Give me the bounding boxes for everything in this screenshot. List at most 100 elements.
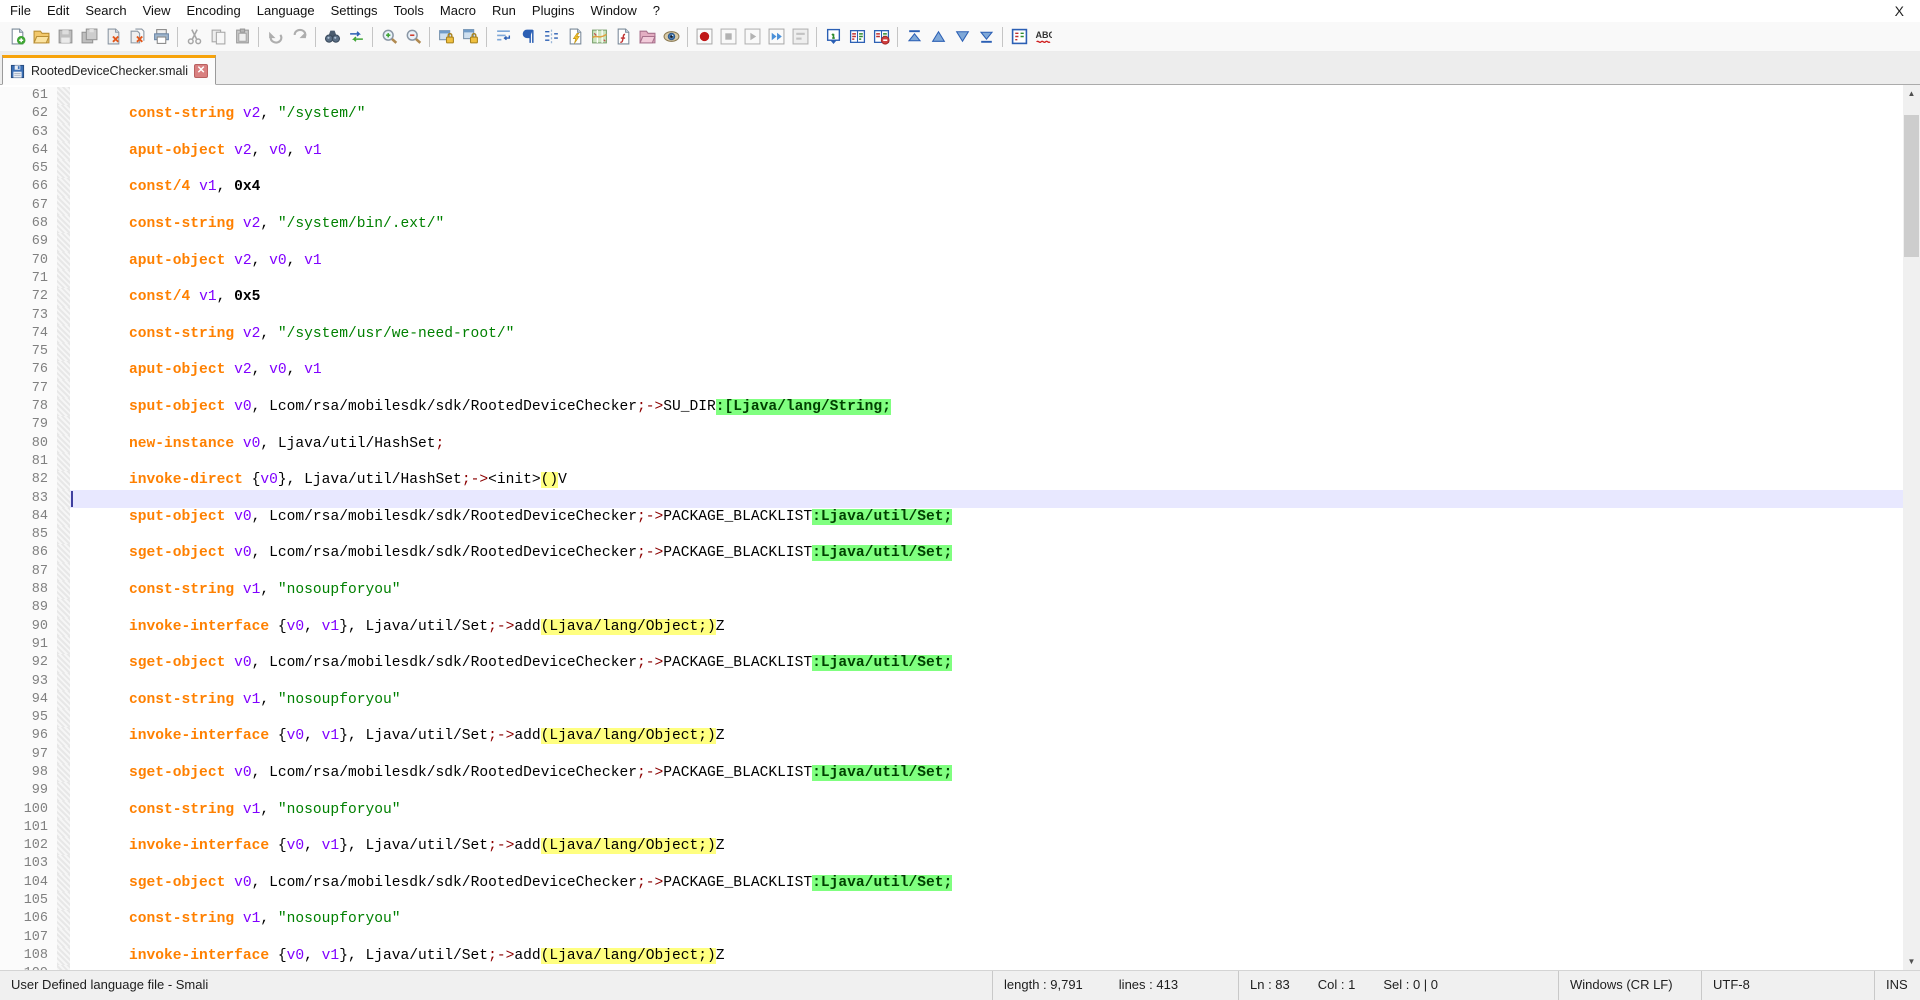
document-monitoring-button[interactable] bbox=[659, 25, 683, 49]
print-button[interactable] bbox=[149, 25, 173, 49]
last-difference-button[interactable] bbox=[974, 25, 998, 49]
code-line-65[interactable]: 65 bbox=[0, 160, 1903, 178]
code-line-94[interactable]: 94const-string v1, "nosoupforyou" bbox=[0, 691, 1903, 709]
code-line-62[interactable]: 62const-string v2, "/system/" bbox=[0, 105, 1903, 123]
previous-difference-button[interactable] bbox=[926, 25, 950, 49]
scroll-down-button[interactable]: ▼ bbox=[1903, 953, 1920, 970]
line-number[interactable]: 71 bbox=[0, 270, 57, 288]
menu-file[interactable]: File bbox=[2, 0, 39, 22]
menu-help[interactable]: ? bbox=[645, 0, 668, 22]
code-line-93[interactable]: 93 bbox=[0, 673, 1903, 691]
code-line-96[interactable]: 96invoke-interface {v0, v1}, Ljava/util/… bbox=[0, 727, 1903, 745]
menu-run[interactable]: Run bbox=[484, 0, 524, 22]
line-number[interactable]: 102 bbox=[0, 837, 57, 855]
code-line-67[interactable]: 67 bbox=[0, 197, 1903, 215]
line-number[interactable]: 98 bbox=[0, 764, 57, 782]
menu-search[interactable]: Search bbox=[77, 0, 134, 22]
line-number[interactable]: 67 bbox=[0, 197, 57, 215]
code-line-72[interactable]: 72const/4 v1, 0x5 bbox=[0, 288, 1903, 306]
sync-vertical-scroll-button[interactable] bbox=[434, 25, 458, 49]
line-number[interactable]: 89 bbox=[0, 599, 57, 617]
line-number[interactable]: 73 bbox=[0, 307, 57, 325]
line-number[interactable]: 108 bbox=[0, 947, 57, 965]
code-line-107[interactable]: 107 bbox=[0, 929, 1903, 947]
code-line-70[interactable]: 70aput-object v2, v0, v1 bbox=[0, 252, 1903, 270]
line-number[interactable]: 95 bbox=[0, 709, 57, 727]
code-line-69[interactable]: 69 bbox=[0, 233, 1903, 251]
compare-clear-button[interactable] bbox=[869, 25, 893, 49]
line-number[interactable]: 66 bbox=[0, 178, 57, 196]
menu-encoding[interactable]: Encoding bbox=[179, 0, 249, 22]
line-number[interactable]: 105 bbox=[0, 892, 57, 910]
folder-as-workspace-button[interactable] bbox=[635, 25, 659, 49]
line-number[interactable]: 94 bbox=[0, 691, 57, 709]
code-line-63[interactable]: 63 bbox=[0, 124, 1903, 142]
show-all-characters-button[interactable] bbox=[515, 25, 539, 49]
line-number[interactable]: 78 bbox=[0, 398, 57, 416]
compare-nav-bar-button[interactable] bbox=[1007, 25, 1031, 49]
code-line-78[interactable]: 78sput-object v0, Lcom/rsa/mobilesdk/sdk… bbox=[0, 398, 1903, 416]
line-number[interactable]: 99 bbox=[0, 782, 57, 800]
code-line-81[interactable]: 81 bbox=[0, 453, 1903, 471]
first-difference-button[interactable] bbox=[902, 25, 926, 49]
zoom-in-button[interactable] bbox=[377, 25, 401, 49]
code-line-77[interactable]: 77 bbox=[0, 380, 1903, 398]
code-line-95[interactable]: 95 bbox=[0, 709, 1903, 727]
line-number[interactable]: 63 bbox=[0, 124, 57, 142]
line-number[interactable]: 93 bbox=[0, 673, 57, 691]
line-number[interactable]: 81 bbox=[0, 453, 57, 471]
line-number[interactable]: 65 bbox=[0, 160, 57, 178]
menu-macro[interactable]: Macro bbox=[432, 0, 484, 22]
line-number[interactable]: 106 bbox=[0, 910, 57, 928]
line-number[interactable]: 97 bbox=[0, 746, 57, 764]
code-line-101[interactable]: 101 bbox=[0, 819, 1903, 837]
status-eol-format[interactable]: Windows (CR LF) bbox=[1558, 971, 1701, 1000]
code-line-88[interactable]: 88const-string v1, "nosoupforyou" bbox=[0, 581, 1903, 599]
code-line-85[interactable]: 85 bbox=[0, 526, 1903, 544]
code-line-83[interactable]: 83 bbox=[0, 490, 1903, 508]
vertical-scrollbar[interactable]: ▲ ▼ bbox=[1903, 85, 1920, 970]
line-number[interactable]: 61 bbox=[0, 87, 57, 105]
user-defined-dialog-button[interactable] bbox=[563, 25, 587, 49]
line-number[interactable]: 64 bbox=[0, 142, 57, 160]
open-file-button[interactable] bbox=[29, 25, 53, 49]
line-number[interactable]: 69 bbox=[0, 233, 57, 251]
status-insert-mode[interactable]: INS bbox=[1874, 971, 1920, 1000]
spell-check-button[interactable]: ABC bbox=[1031, 25, 1055, 49]
line-number[interactable]: 100 bbox=[0, 801, 57, 819]
line-number[interactable]: 72 bbox=[0, 288, 57, 306]
compare-button[interactable] bbox=[845, 25, 869, 49]
tab-close-icon[interactable]: ✕ bbox=[194, 64, 208, 78]
code-line-68[interactable]: 68const-string v2, "/system/bin/.ext/" bbox=[0, 215, 1903, 233]
menu-tools[interactable]: Tools bbox=[386, 0, 432, 22]
code-line-75[interactable]: 75 bbox=[0, 343, 1903, 361]
code-line-91[interactable]: 91 bbox=[0, 636, 1903, 654]
zoom-out-button[interactable] bbox=[401, 25, 425, 49]
line-number[interactable]: 91 bbox=[0, 636, 57, 654]
code-line-92[interactable]: 92sget-object v0, Lcom/rsa/mobilesdk/sdk… bbox=[0, 654, 1903, 672]
code-line-80[interactable]: 80new-instance v0, Ljava/util/HashSet; bbox=[0, 435, 1903, 453]
word-wrap-button[interactable] bbox=[491, 25, 515, 49]
scrollbar-thumb[interactable] bbox=[1904, 115, 1919, 257]
code-line-97[interactable]: 97 bbox=[0, 746, 1903, 764]
menu-settings[interactable]: Settings bbox=[323, 0, 386, 22]
code-line-84[interactable]: 84sput-object v0, Lcom/rsa/mobilesdk/sdk… bbox=[0, 508, 1903, 526]
close-all-button[interactable] bbox=[125, 25, 149, 49]
line-number[interactable]: 83 bbox=[0, 490, 57, 508]
code-line-108[interactable]: 108invoke-interface {v0, v1}, Ljava/util… bbox=[0, 947, 1903, 965]
line-number[interactable]: 103 bbox=[0, 855, 57, 873]
line-number[interactable]: 84 bbox=[0, 508, 57, 526]
code-line-89[interactable]: 89 bbox=[0, 599, 1903, 617]
code-line-79[interactable]: 79 bbox=[0, 416, 1903, 434]
code-line-102[interactable]: 102invoke-interface {v0, v1}, Ljava/util… bbox=[0, 837, 1903, 855]
code-line-99[interactable]: 99 bbox=[0, 782, 1903, 800]
compare-set-first-button[interactable] bbox=[821, 25, 845, 49]
code-line-71[interactable]: 71 bbox=[0, 270, 1903, 288]
tab-rooteddevicechecker[interactable]: RootedDeviceChecker.smali ✕ bbox=[2, 55, 216, 85]
line-number[interactable]: 68 bbox=[0, 215, 57, 233]
status-encoding[interactable]: UTF-8 bbox=[1701, 971, 1874, 1000]
next-difference-button[interactable] bbox=[950, 25, 974, 49]
code-line-87[interactable]: 87 bbox=[0, 563, 1903, 581]
code-line-73[interactable]: 73 bbox=[0, 307, 1903, 325]
line-number[interactable]: 90 bbox=[0, 618, 57, 636]
